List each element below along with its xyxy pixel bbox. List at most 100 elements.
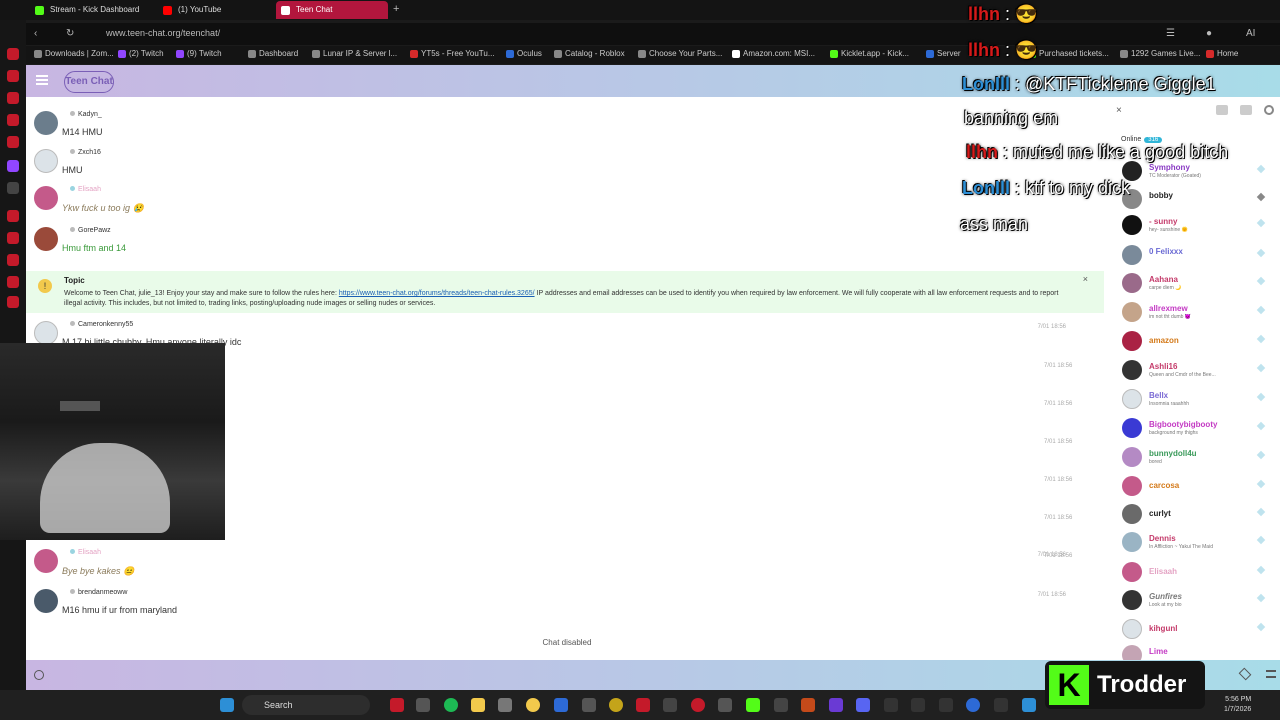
edge-icon[interactable]: [554, 698, 568, 712]
member-item[interactable]: Bigbootybigbooty background my thighs: [1122, 418, 1272, 442]
message-username[interactable]: Kadyn_: [70, 111, 102, 118]
windows-start-icon[interactable]: [220, 698, 234, 712]
add-user-icon[interactable]: [1240, 105, 1252, 115]
close-icon[interactable]: ×: [1116, 105, 1122, 116]
member-item[interactable]: - sunny hey- sunshine 🌞: [1122, 215, 1272, 239]
bookmark-item[interactable]: Kicklet.app - Kick...: [830, 49, 909, 58]
sidebar-app-icon[interactable]: [7, 114, 19, 126]
kick-icon[interactable]: [746, 698, 760, 712]
sidebar-app-icon[interactable]: [7, 232, 19, 244]
message-username[interactable]: Cameronkenny55: [70, 321, 133, 328]
bookmark-item[interactable]: Choose Your Parts...: [638, 49, 722, 58]
sidebar-app-icon[interactable]: [7, 92, 19, 104]
menu-icon[interactable]: [36, 75, 48, 85]
avatar[interactable]: [34, 227, 58, 251]
member-item[interactable]: Aahana carpe diem 🌙: [1122, 273, 1272, 297]
app-icon[interactable]: [663, 698, 677, 712]
back-icon[interactable]: ‹: [34, 28, 37, 39]
member-item[interactable]: Symphony TC Moderator (Goated): [1122, 161, 1272, 185]
app-icon[interactable]: [582, 698, 596, 712]
users-icon[interactable]: [1216, 105, 1228, 115]
app-icon[interactable]: [691, 698, 705, 712]
search-icon[interactable]: [1264, 105, 1274, 115]
bookmark-item[interactable]: Oculus: [506, 49, 542, 58]
teen-chat-logo[interactable]: Teen Chat: [64, 71, 114, 93]
sidebar-app-icon[interactable]: [7, 296, 19, 308]
tab-kick-dashboard[interactable]: Stream - Kick Dashboard: [30, 1, 156, 19]
bookmark-item[interactable]: Dashboard: [248, 49, 298, 58]
member-item[interactable]: amazon: [1122, 331, 1272, 355]
bookmark-item[interactable]: Purchased tickets...: [1028, 49, 1109, 58]
member-item[interactable]: Dennis In Affliction ~ Yakui The Maid: [1122, 532, 1272, 556]
member-item[interactable]: kihgunl: [1122, 619, 1272, 643]
message-username[interactable]: Elisaah: [70, 186, 101, 193]
app-icon[interactable]: [884, 698, 898, 712]
taskbar-clock[interactable]: 5:56 PM 1/7/2026: [1224, 695, 1251, 715]
tab-youtube[interactable]: (1) YouTube: [158, 1, 274, 19]
member-item[interactable]: bunnydoll4u bored: [1122, 447, 1272, 471]
x-icon[interactable]: [7, 182, 19, 194]
sidebar-app-icon[interactable]: [7, 70, 19, 82]
bookmark-item[interactable]: Home: [1206, 49, 1238, 58]
taskbar-search[interactable]: Search: [242, 695, 370, 715]
app-icon[interactable]: [498, 698, 512, 712]
avatar[interactable]: [34, 589, 58, 613]
member-item[interactable]: Lime: [1122, 645, 1272, 660]
opera-icon[interactable]: [7, 48, 19, 60]
app-icon[interactable]: [636, 698, 650, 712]
avatar[interactable]: [34, 111, 58, 135]
member-item[interactable]: carcosa: [1122, 476, 1272, 500]
message-username[interactable]: Zxch16: [70, 149, 101, 156]
avatar[interactable]: [34, 149, 58, 173]
reload-icon[interactable]: ↻: [66, 28, 74, 39]
emoji-icon[interactable]: [34, 670, 44, 680]
app-icon[interactable]: [911, 698, 925, 712]
app-icon[interactable]: [390, 698, 404, 712]
app-icon[interactable]: [829, 698, 843, 712]
member-item[interactable]: Ashli16 Queen and Cmdr of the Bee...: [1122, 360, 1272, 384]
ai-button[interactable]: AI: [1246, 28, 1255, 39]
sidebar-app-icon[interactable]: [7, 136, 19, 148]
bookmark-item[interactable]: Amazon.com: MSI...: [732, 49, 815, 58]
sidebar-app-icon[interactable]: [7, 210, 19, 222]
app-icon[interactable]: [609, 698, 623, 712]
member-item[interactable]: allrexmew im not tht dumb 😈: [1122, 302, 1272, 326]
profile-icon[interactable]: ●: [1206, 28, 1212, 39]
twitch-icon[interactable]: [7, 160, 19, 172]
message-username[interactable]: GorePawz: [70, 227, 111, 234]
bookmark-item[interactable]: Server: [926, 49, 961, 58]
bookmark-item[interactable]: 1292 Games Live...: [1120, 49, 1200, 58]
bookmark-item[interactable]: Downloads | Zom...: [34, 49, 114, 58]
app-icon[interactable]: [966, 698, 980, 712]
sidebar-app-icon[interactable]: [7, 254, 19, 266]
member-item[interactable]: Gunfires Look at my bio: [1122, 590, 1272, 614]
bookmark-item[interactable]: (9) Twitch: [176, 49, 222, 58]
rules-link[interactable]: https://www.teen-chat.org/forums/threads…: [339, 290, 535, 297]
diamond-icon[interactable]: [1238, 667, 1252, 681]
app-icon[interactable]: [939, 698, 953, 712]
app-icon[interactable]: [994, 698, 1008, 712]
bookmark-item[interactable]: Lunar IP & Server l...: [312, 49, 397, 58]
sidebar-app-icon[interactable]: [7, 276, 19, 288]
message-username[interactable]: brendanmeoww: [70, 589, 127, 596]
tab-teen-chat[interactable]: Teen Chat: [276, 1, 388, 19]
app-icon[interactable]: [1022, 698, 1036, 712]
app-icon[interactable]: [416, 698, 430, 712]
avatar[interactable]: [34, 549, 58, 573]
bookmark-item[interactable]: (2) Twitch: [118, 49, 164, 58]
member-item[interactable]: curlyt: [1122, 504, 1272, 528]
menu-icon[interactable]: [1266, 670, 1276, 678]
new-tab-button[interactable]: +: [393, 3, 399, 15]
member-item[interactable]: Bellx Insomnia raaahhh: [1122, 389, 1272, 413]
spotify-icon[interactable]: [444, 698, 458, 712]
member-item[interactable]: bobby: [1122, 189, 1272, 213]
message-username[interactable]: Elisaah: [70, 549, 101, 556]
member-item[interactable]: Elisaah: [1122, 562, 1272, 586]
bookmark-item[interactable]: YT5s - Free YouTu...: [410, 49, 495, 58]
chrome-icon[interactable]: [526, 698, 540, 712]
folder-icon[interactable]: [471, 698, 485, 712]
app-icon[interactable]: [718, 698, 732, 712]
avatar[interactable]: [34, 321, 58, 345]
extensions-icon[interactable]: ☰: [1166, 28, 1175, 39]
url-field[interactable]: www.teen-chat.org/teenchat/: [106, 28, 220, 38]
